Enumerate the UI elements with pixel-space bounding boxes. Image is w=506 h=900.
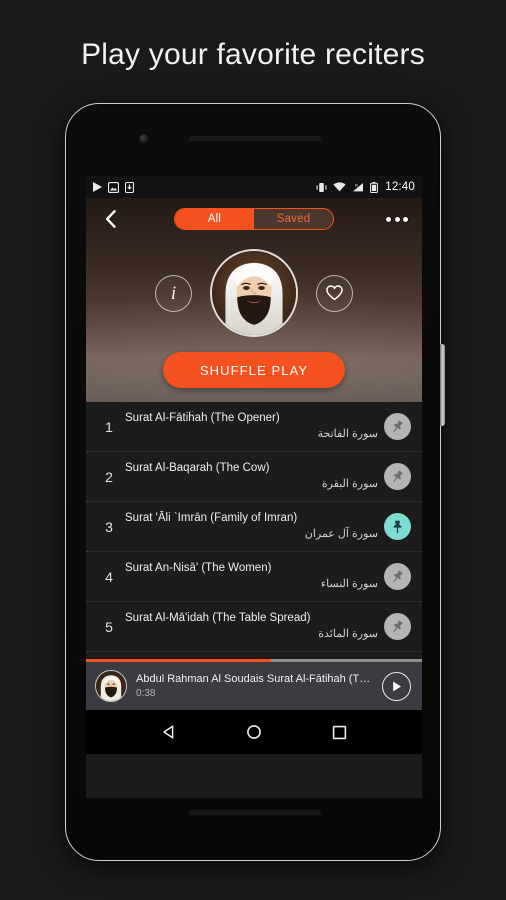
mini-player-time: 0:38 bbox=[136, 688, 156, 699]
track-title: Surat 'Āli `Imrān (Family of Imran) bbox=[125, 511, 298, 524]
front-camera-icon bbox=[139, 134, 148, 143]
table-row[interactable]: 1 Surat Al-Fātiĥah (The Opener) سورة الف… bbox=[86, 402, 422, 452]
track-title: Surat An-Nisā' (The Women) bbox=[125, 561, 272, 574]
play-icon bbox=[392, 681, 401, 691]
pin-button[interactable] bbox=[384, 563, 411, 590]
pin-button[interactable] bbox=[384, 613, 411, 640]
filter-tabs: All Saved bbox=[122, 208, 386, 230]
pin-icon bbox=[393, 520, 402, 534]
battery-icon bbox=[370, 181, 379, 193]
overflow-dot bbox=[386, 216, 391, 222]
pin-icon bbox=[393, 620, 403, 633]
status-bar: R 12:40 bbox=[86, 176, 422, 198]
artist-header: All Saved i SHUFFLE PLAY bbox=[86, 198, 422, 402]
mini-player-meta: Abdul Rahman Al Soudais Surat Al-Fātiĥah… bbox=[136, 673, 373, 699]
nav-home-icon bbox=[247, 725, 261, 739]
nav-back-button[interactable] bbox=[157, 720, 181, 744]
track-text: Surat Al-Baqarah (The Cow) سورة البقرة bbox=[123, 461, 384, 492]
status-bar-right-icons: R 12:40 bbox=[316, 181, 415, 193]
track-title-arabic: سورة الفاتحة bbox=[317, 428, 378, 441]
track-number: 5 bbox=[105, 618, 113, 635]
track-title: Surat Al-Mā'idah (The Table Spread) bbox=[125, 611, 311, 624]
nav-back-icon bbox=[162, 725, 174, 739]
nav-recents-icon bbox=[332, 725, 347, 739]
track-text: Surat 'Āli `Imrān (Family of Imran) سورة… bbox=[123, 511, 384, 542]
play-icon bbox=[93, 182, 102, 192]
shuffle-play-row: SHUFFLE PLAY bbox=[86, 352, 422, 388]
pin-icon bbox=[393, 570, 403, 583]
pin-button-active[interactable] bbox=[384, 513, 411, 540]
table-row[interactable]: 2 Surat Al-Baqarah (The Cow) سورة البقرة bbox=[86, 452, 422, 502]
mini-player-avatar bbox=[95, 670, 127, 702]
overflow-dot bbox=[403, 216, 408, 222]
phone-device-frame: R 12:40 All Saved i SHUFFLE PLAY 1 Surat… bbox=[65, 103, 445, 861]
page-title: Play your favorite reciters bbox=[81, 38, 425, 71]
track-number: 1 bbox=[105, 418, 113, 435]
wifi-icon bbox=[333, 182, 346, 192]
track-title-arabic: سورة آل عمران bbox=[304, 528, 378, 541]
info-button[interactable]: i bbox=[155, 274, 192, 312]
playback-progress-fill bbox=[86, 659, 271, 662]
pin-button[interactable] bbox=[384, 413, 411, 440]
heart-icon bbox=[326, 285, 343, 301]
artist-avatar[interactable] bbox=[210, 249, 298, 337]
info-icon: i bbox=[170, 282, 177, 304]
app-top-bar: All Saved bbox=[86, 198, 422, 240]
track-number: 4 bbox=[105, 568, 113, 585]
track-title-arabic: سورة البقرة bbox=[321, 478, 378, 491]
status-bar-clock: 12:40 bbox=[385, 181, 415, 193]
track-title: Surat Al-Fātiĥah (The Opener) bbox=[125, 411, 280, 424]
image-icon bbox=[108, 181, 119, 193]
track-text: Surat Al-Mā'idah (The Table Spread) سورة… bbox=[123, 611, 384, 642]
overflow-dot bbox=[394, 216, 400, 222]
table-row[interactable]: 3 Surat 'Āli `Imrān (Family of Imran) سو… bbox=[86, 502, 422, 552]
play-button[interactable] bbox=[382, 671, 411, 701]
pin-icon bbox=[393, 470, 403, 483]
vibrate-icon bbox=[316, 182, 327, 192]
track-text: Surat Al-Fātiĥah (The Opener) سورة الفات… bbox=[123, 411, 384, 442]
power-button[interactable] bbox=[440, 344, 445, 426]
status-bar-left-icons bbox=[93, 181, 134, 193]
surah-list[interactable]: 1 Surat Al-Fātiĥah (The Opener) سورة الف… bbox=[86, 402, 422, 659]
playback-progress-bar[interactable] bbox=[86, 659, 422, 662]
track-title: Surat Al-Baqarah (The Cow) bbox=[125, 461, 270, 474]
artist-avatar-row: i bbox=[86, 240, 422, 346]
earpiece-speaker bbox=[189, 136, 321, 143]
favorite-button[interactable] bbox=[316, 274, 353, 312]
phone-screen: R 12:40 All Saved i SHUFFLE PLAY 1 Surat… bbox=[86, 176, 422, 798]
artist-portrait bbox=[212, 251, 296, 335]
tab-all[interactable]: All bbox=[175, 209, 254, 229]
track-number: 3 bbox=[105, 518, 113, 535]
track-title-arabic: سورة النساء bbox=[320, 578, 378, 591]
bottom-speaker bbox=[189, 810, 321, 817]
artist-portrait-thumb bbox=[96, 671, 126, 701]
tab-saved[interactable]: Saved bbox=[254, 209, 333, 229]
overflow-menu-button[interactable] bbox=[386, 211, 408, 228]
mini-player-title: Abdul Rahman Al Soudais Surat Al-Fātiĥah… bbox=[136, 673, 373, 685]
table-row[interactable]: 4 Surat An-Nisā' (The Women) سورة النساء bbox=[86, 552, 422, 602]
download-icon bbox=[125, 181, 134, 193]
nav-recents-button[interactable] bbox=[327, 720, 351, 744]
mini-player[interactable]: Abdul Rahman Al Soudais Surat Al-Fātiĥah… bbox=[86, 662, 422, 710]
pin-icon bbox=[393, 420, 403, 433]
back-chevron-icon bbox=[106, 210, 116, 228]
track-title-arabic: سورة المائدة bbox=[318, 628, 378, 641]
signal-icon: R bbox=[353, 183, 364, 192]
table-row[interactable]: 5 Surat Al-Mā'idah (The Table Spread) سو… bbox=[86, 602, 422, 652]
android-nav-bar bbox=[86, 710, 422, 754]
track-text: Surat An-Nisā' (The Women) سورة النساء bbox=[123, 561, 384, 592]
pin-button[interactable] bbox=[384, 463, 411, 490]
shuffle-play-button[interactable]: SHUFFLE PLAY bbox=[163, 352, 345, 388]
svg-text:R: R bbox=[355, 183, 358, 188]
track-number: 2 bbox=[105, 468, 113, 485]
back-button[interactable] bbox=[100, 208, 122, 230]
nav-home-button[interactable] bbox=[242, 720, 266, 744]
